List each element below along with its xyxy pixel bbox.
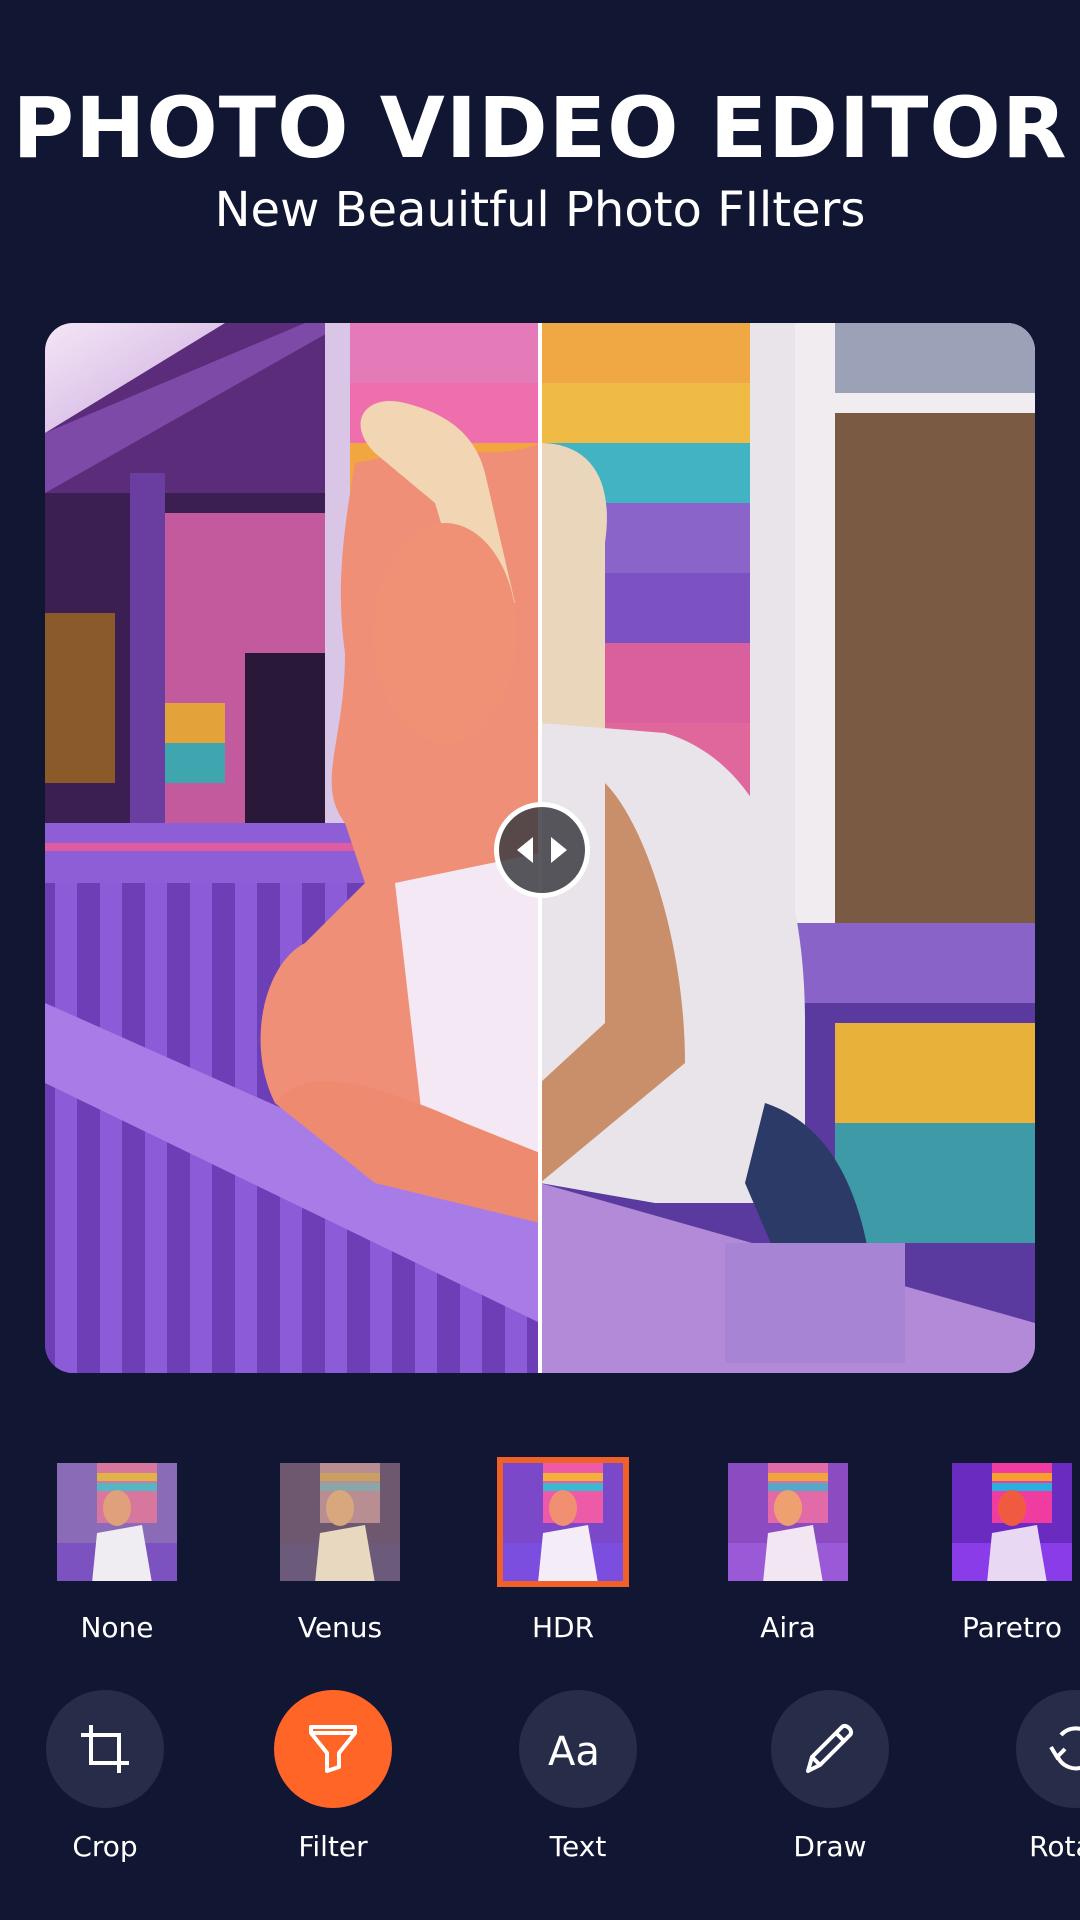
svg-text:Aa: Aa	[548, 1729, 600, 1771]
filter-thumbnail[interactable]	[728, 1463, 848, 1581]
tool-label: Filter	[298, 1830, 368, 1863]
tool-crop[interactable]: Crop	[15, 1690, 195, 1864]
filter-thumbnail[interactable]	[57, 1463, 177, 1581]
filter-label: Aira	[760, 1611, 816, 1644]
filter-strip: None Venus HDR Aira Paretro	[0, 1455, 1080, 1644]
filter-button[interactable]	[274, 1690, 392, 1808]
filter-item-aira[interactable]: Aira	[708, 1455, 868, 1645]
pencil-icon	[806, 1724, 853, 1773]
tool-filter[interactable]: Filter	[243, 1690, 423, 1864]
filter-thumbnail[interactable]	[952, 1463, 1072, 1581]
filter-label: Venus	[297, 1611, 383, 1644]
left-right-arrows-icon	[517, 837, 567, 863]
tool-label: Rotate	[1029, 1830, 1080, 1863]
filter-item-venus[interactable]: Venus	[260, 1455, 420, 1645]
crop-icon	[81, 1725, 129, 1773]
filter-label: Paretro	[962, 1611, 1062, 1644]
filter-label: HDR	[531, 1611, 595, 1644]
rotate-button[interactable]	[1016, 1690, 1080, 1808]
tool-text[interactable]: Aa Text	[488, 1690, 668, 1864]
filter-item-hdr[interactable]: HDR	[483, 1455, 643, 1645]
text-button[interactable]: Aa	[519, 1690, 637, 1808]
funnel-icon	[309, 1725, 357, 1773]
tool-rotate[interactable]: Rotate	[985, 1690, 1080, 1864]
filter-label: None	[80, 1611, 154, 1644]
app-subtitle: New Beauitful Photo FIlters	[214, 182, 866, 238]
filtered-half	[45, 323, 540, 1373]
app-title: PHOTO VIDEO EDITOR	[12, 79, 1068, 177]
tool-bar: Crop Filter Aa Text Draw Rota	[0, 1690, 1080, 1920]
text-aa-icon: Aa	[548, 1729, 600, 1771]
draw-button[interactable]	[771, 1690, 889, 1808]
filter-item-paretro[interactable]: Paretro	[932, 1455, 1080, 1645]
tool-label: Text	[549, 1830, 607, 1863]
compare-handle[interactable]	[494, 802, 590, 898]
rotate-icon	[1049, 1726, 1080, 1771]
crop-button[interactable]	[46, 1690, 164, 1808]
original-half	[540, 323, 1035, 1373]
filter-thumbnail-selected[interactable]	[497, 1457, 629, 1587]
tool-label: Draw	[793, 1830, 867, 1863]
tool-label: Crop	[72, 1830, 138, 1863]
tool-draw[interactable]: Draw	[740, 1690, 920, 1864]
filter-item-none[interactable]: None	[37, 1455, 197, 1645]
filter-thumbnail[interactable]	[280, 1463, 400, 1581]
